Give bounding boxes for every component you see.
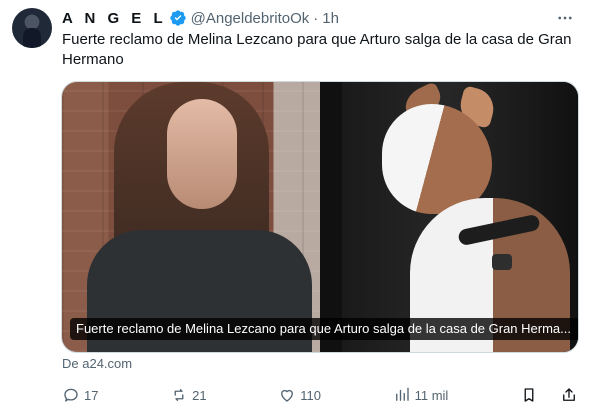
share-button[interactable] (560, 386, 578, 404)
tweet-header: A N G E L @AngeldebritoOk · 1h (62, 8, 339, 28)
share-icon (563, 388, 575, 401)
avatar-figure (23, 28, 41, 48)
verified-badge-icon (169, 10, 186, 26)
secondary-actions (520, 386, 578, 404)
bookmark-button[interactable] (520, 386, 538, 404)
retweet-button[interactable]: 21 (170, 386, 207, 404)
tweet-text: Fuerte reclamo de Melina Lezcano para qu… (62, 31, 572, 68)
source-link[interactable]: De a24.com (62, 356, 132, 371)
dog-photo (320, 82, 578, 352)
like-icon (281, 389, 294, 402)
tweet-time[interactable]: 1h (322, 10, 339, 27)
more-horizontal-icon (558, 16, 572, 20)
media-caption: Fuerte reclamo de Melina Lezcano para qu… (70, 318, 578, 340)
reply-count: 17 (84, 387, 99, 403)
views-button[interactable]: 11 mil (393, 386, 449, 404)
link-card-media[interactable]: Fuerte reclamo de Melina Lezcano para qu… (61, 81, 579, 353)
retweet-icon (174, 389, 184, 401)
reply-button[interactable]: 17 (62, 386, 98, 404)
like-count: 110 (300, 387, 321, 403)
like-button[interactable]: 110 (278, 386, 321, 404)
views-count: 11 mil (414, 387, 449, 403)
user-handle[interactable]: @AngeldebritoOk (191, 10, 310, 27)
reply-icon (64, 388, 78, 402)
views-icon (395, 387, 409, 401)
display-name[interactable]: A N G E L (62, 10, 167, 27)
separator-dot: · (313, 9, 319, 27)
more-options-button[interactable] (555, 8, 575, 28)
face-shape (167, 99, 237, 209)
user-avatar[interactable] (12, 8, 52, 48)
woman-photo (62, 82, 320, 352)
retweet-count: 21 (192, 387, 207, 403)
bone-tag (492, 254, 512, 270)
bookmark-icon (524, 388, 534, 402)
tweet-actions: 17 21 110 11 mil (62, 384, 578, 406)
